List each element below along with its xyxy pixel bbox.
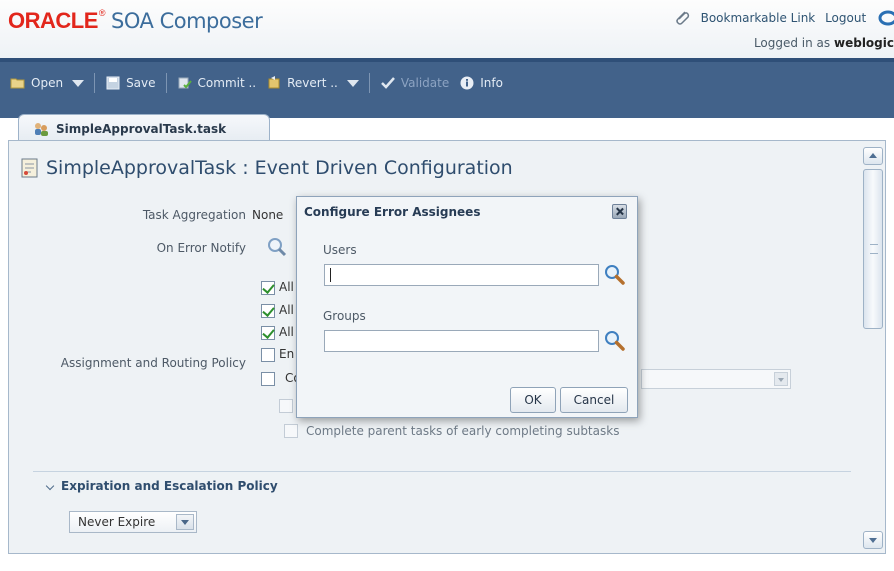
logged-in-prefix: Logged in as (753, 36, 831, 50)
header-links: Bookmarkable Link Logout (673, 10, 894, 26)
hidden-option-checkbox (279, 399, 293, 413)
paperclip-icon (676, 11, 689, 25)
app-header: ORACLE® SOA Composer Bookmarkable Link Lo… (0, 0, 894, 58)
oracle-logo: ORACLE® SOA Composer (8, 8, 263, 34)
option-5-checkbox[interactable] (261, 372, 275, 386)
revert-button[interactable]: Revert .. (266, 76, 359, 90)
vertical-scrollbar[interactable] (863, 147, 883, 549)
info-button[interactable]: Info (459, 76, 503, 90)
expiration-select[interactable]: Never Expire (69, 511, 197, 533)
task-aggregation-label: Task Aggregation (142, 208, 246, 222)
chevron-down-icon[interactable] (346, 79, 359, 87)
commit-button[interactable]: Commit .. (177, 76, 257, 90)
text-caret (330, 268, 331, 282)
toolbar-separator (165, 73, 167, 93)
validate-label: Validate (400, 76, 450, 90)
folder-icon (10, 78, 25, 89)
option-4-label: En (279, 347, 295, 361)
bookmarkable-link[interactable]: Bookmarkable Link (701, 11, 816, 25)
revert-label: Revert .. (287, 76, 338, 90)
commit-label: Commit .. (197, 76, 257, 90)
logout-link[interactable]: Logout (825, 11, 866, 25)
info-icon (460, 76, 474, 90)
close-icon[interactable] (612, 204, 627, 219)
scroll-thumb[interactable] (863, 169, 883, 329)
page-title-text: SimpleApprovalTask : Event Driven Config… (46, 157, 513, 179)
users-label: Users (323, 243, 357, 257)
expiration-select-value: Never Expire (78, 515, 156, 529)
complete-parent-checkbox[interactable] (284, 424, 298, 438)
revert-icon (268, 76, 280, 89)
chevron-down-icon[interactable] (45, 480, 57, 492)
task-users-icon (35, 122, 48, 136)
ok-button[interactable]: OK (510, 387, 556, 413)
cancel-button[interactable]: Cancel (560, 387, 628, 413)
search-icon[interactable] (603, 263, 627, 287)
option-1-checkbox[interactable] (261, 281, 275, 295)
dialog-title: Configure Error Assignees (304, 205, 481, 219)
complete-parent-label: Complete parent tasks of early completin… (306, 424, 620, 438)
task-aggregation-value: None (252, 208, 284, 222)
save-icon (106, 76, 120, 90)
option-2-checkbox[interactable] (261, 304, 275, 318)
username: weblogic (834, 36, 894, 50)
logo-brand: ORACLE (8, 8, 98, 33)
checkmark-icon (380, 77, 395, 89)
tab-simple-approval-task[interactable]: SimpleApprovalTask.task (18, 114, 270, 142)
app-name: SOA Composer (111, 9, 263, 33)
on-error-notify-label: On Error Notify (156, 241, 246, 255)
disabled-select (641, 369, 791, 389)
option-2-label: All (279, 303, 294, 317)
groups-input[interactable] (324, 330, 599, 352)
info-label: Info (480, 76, 503, 90)
save-button[interactable]: Save (105, 76, 156, 90)
open-button[interactable]: Open (10, 76, 85, 90)
chevron-down-icon[interactable] (176, 514, 194, 530)
configure-error-assignees-dialog: Configure Error Assignees Users Groups O… (296, 196, 638, 418)
main-toolbar: Open Save Commit .. Revert .. Validate I… (0, 58, 894, 118)
search-icon[interactable] (603, 329, 627, 353)
expiration-section-header[interactable]: Expiration and Escalation Policy (33, 471, 851, 499)
option-3-label: All (279, 325, 294, 339)
commit-icon (178, 77, 192, 89)
option-1-label: All (279, 280, 294, 294)
scroll-up-button[interactable] (863, 147, 883, 165)
assignment-routing-label: Assignment and Routing Policy (60, 356, 246, 370)
validate-button[interactable]: Validate (380, 76, 449, 90)
page-title: SimpleApprovalTask : Event Driven Config… (21, 157, 513, 179)
task-form-icon (21, 158, 38, 178)
save-label: Save (126, 76, 156, 90)
users-input[interactable] (324, 264, 599, 286)
expiration-section-title: Expiration and Escalation Policy (61, 478, 278, 493)
groups-label: Groups (323, 309, 366, 323)
search-icon[interactable] (266, 236, 290, 258)
chevron-down-icon (774, 372, 788, 386)
toolbar-separator (368, 73, 370, 93)
logo-trademark: ® (98, 8, 106, 18)
oracle-o-icon (878, 10, 894, 26)
chevron-down-icon[interactable] (72, 79, 85, 87)
option-4-checkbox[interactable] (261, 348, 275, 362)
option-3-checkbox[interactable] (261, 326, 275, 340)
scroll-down-button[interactable] (863, 531, 883, 549)
tab-label: SimpleApprovalTask.task (56, 121, 227, 136)
toolbar-separator (94, 73, 96, 93)
logged-in-info: Logged in as weblogic (754, 36, 894, 50)
open-label: Open (31, 76, 64, 90)
